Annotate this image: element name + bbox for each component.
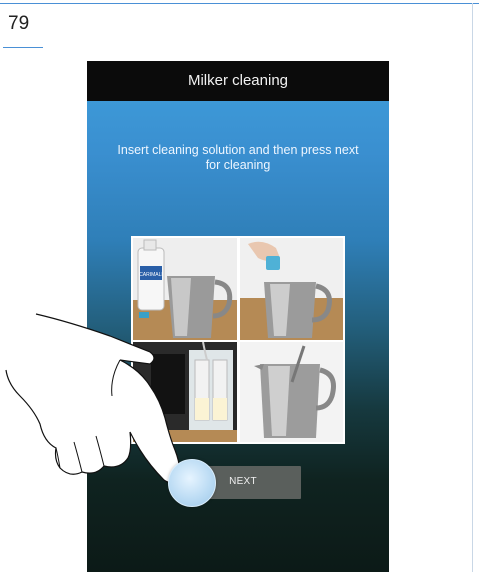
instruction-text: Insert cleaning solution and then press …	[117, 143, 359, 172]
touch-indicator-icon	[168, 459, 216, 507]
top-rule	[0, 3, 479, 4]
bottle-label: CARIMALI	[139, 272, 163, 278]
photo-pouring-solution	[240, 238, 343, 340]
photo-jug-with-tube	[240, 342, 343, 442]
page-number: 79	[8, 13, 30, 34]
screen-header: Milker cleaning	[87, 61, 389, 101]
margin-rule	[472, 3, 473, 572]
page-number-underline	[3, 47, 43, 48]
screen-title: Milker cleaning	[187, 72, 289, 89]
